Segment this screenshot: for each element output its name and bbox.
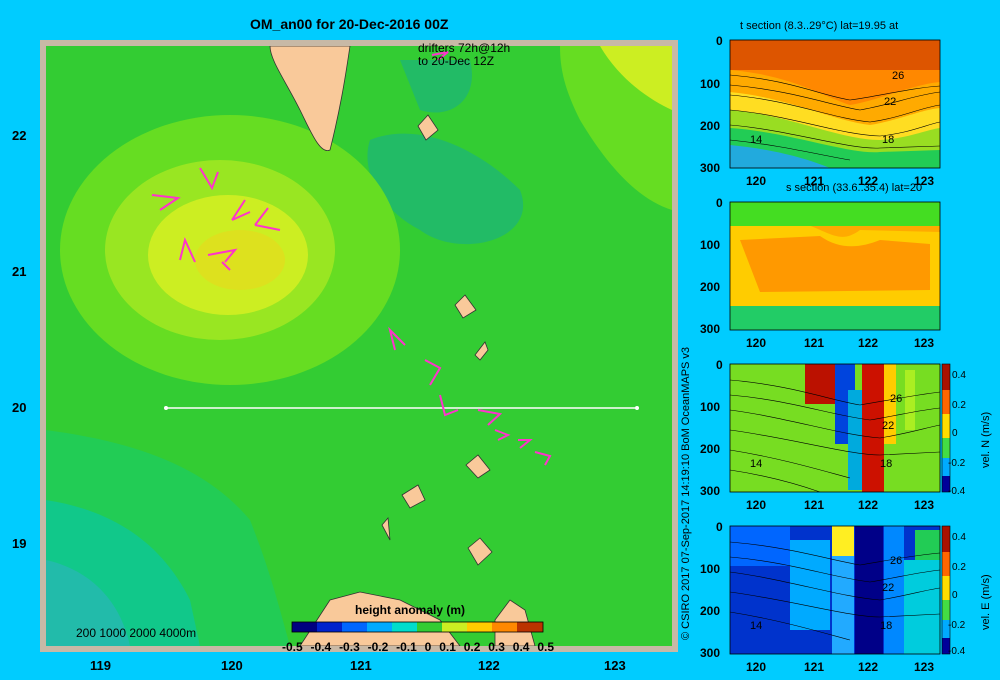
p1-x123: 123: [914, 174, 935, 188]
p3-x122: 122: [858, 498, 879, 512]
vel-n-panel: [729, 363, 941, 493]
p4-x120: 120: [746, 660, 767, 674]
p3-y200: 200: [700, 442, 721, 456]
p1-x122: 122: [858, 174, 879, 188]
vel-e-colorbar: [941, 525, 951, 655]
p4-contour-22: 22: [882, 582, 895, 594]
p3-cb-02: 0.2: [952, 400, 966, 411]
p4-y300: 300: [700, 646, 721, 660]
p3-x121: 121: [804, 498, 825, 512]
p1-x120: 120: [746, 174, 767, 188]
p4-x121: 121: [804, 660, 825, 674]
p4-contour-26: 26: [890, 555, 903, 567]
p4-cb-label: vel. E (m/s): [980, 574, 992, 630]
p4-cb-m04: -0.4: [948, 646, 966, 657]
p3-cb-m02: -0.2: [948, 458, 966, 469]
p4-y0: 0: [716, 520, 723, 534]
p4-cb-0: 0: [952, 590, 958, 601]
vel-e-panel: [729, 525, 941, 655]
p2-x123: 123: [914, 336, 935, 350]
t-section-title: t section (8.3..29°C) lat=19.95 at: [740, 20, 899, 32]
p2-y300: 300: [700, 322, 721, 336]
p3-contour-22: 22: [882, 420, 895, 432]
p3-cb-0: 0: [952, 428, 958, 439]
p3-x123: 123: [914, 498, 935, 512]
p4-cb-04: 0.4: [952, 532, 966, 543]
p2-x120: 120: [746, 336, 767, 350]
p3-y0: 0: [716, 358, 723, 372]
p3-cb-m04: -0.4: [948, 486, 966, 497]
p3-cb-04: 0.4: [952, 370, 966, 381]
p1-x121: 121: [804, 174, 825, 188]
vel-n-colorbar: [941, 363, 951, 493]
p1-y100: 100: [700, 77, 721, 91]
p4-contour-14: 14: [750, 620, 763, 632]
p3-cb-label: vel. N (m/s): [980, 411, 992, 468]
p1-contour-22: 22: [884, 96, 897, 108]
p4-y100: 100: [700, 562, 721, 576]
p3-x120: 120: [746, 498, 767, 512]
section-panels: [729, 39, 951, 655]
p1-y200: 200: [700, 119, 721, 133]
p4-cb-02: 0.2: [952, 562, 966, 573]
p3-y300: 300: [700, 484, 721, 498]
p3-contour-14: 14: [750, 458, 763, 470]
p1-contour-26: 26: [892, 70, 905, 82]
p4-y200: 200: [700, 604, 721, 618]
p1-contour-18: 18: [882, 134, 895, 146]
p2-y100: 100: [700, 238, 721, 252]
p2-x122: 122: [858, 336, 879, 350]
p1-contour-14: 14: [750, 134, 763, 146]
p2-x121: 121: [804, 336, 825, 350]
p1-y300: 300: [700, 161, 721, 175]
p4-cb-m02: -0.2: [948, 620, 966, 631]
p2-y200: 200: [700, 280, 721, 294]
p2-y0: 0: [716, 196, 723, 210]
p3-y100: 100: [700, 400, 721, 414]
p3-contour-18: 18: [880, 458, 893, 470]
p4-contour-18: 18: [880, 620, 893, 632]
s-section-panel: [729, 201, 941, 331]
p4-x123: 123: [914, 660, 935, 674]
t-section-panel: [729, 39, 941, 169]
p3-contour-26: 26: [890, 393, 903, 405]
p1-y0: 0: [716, 34, 723, 48]
p4-x122: 122: [858, 660, 879, 674]
